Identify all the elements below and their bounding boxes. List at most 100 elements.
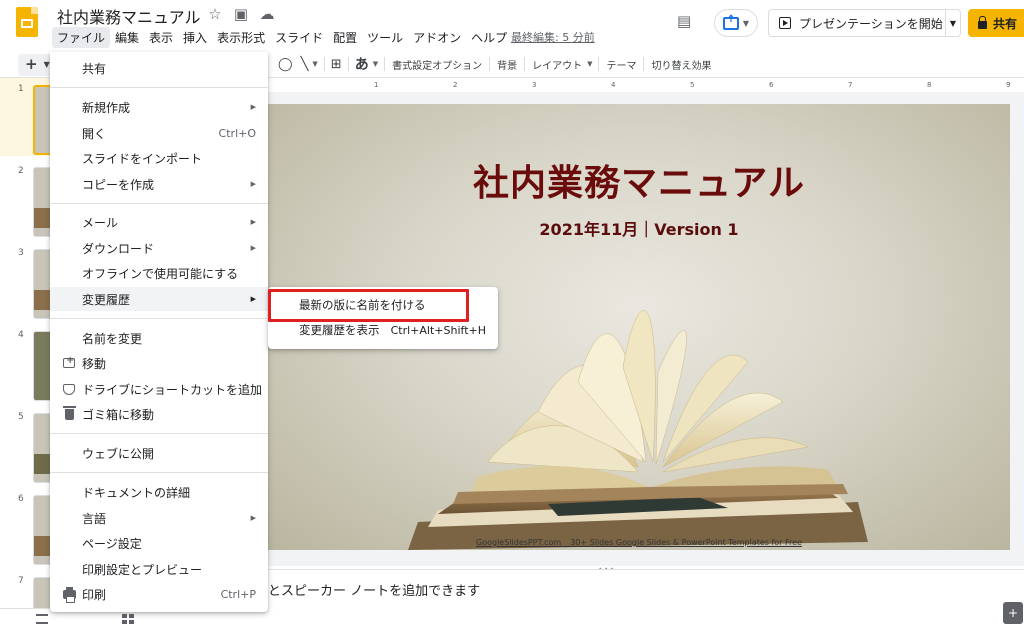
menu-addons[interactable]: アドオン bbox=[408, 27, 466, 48]
slide-thumbnail[interactable] bbox=[33, 85, 50, 155]
filmstrip-slide[interactable]: 5 bbox=[0, 406, 50, 484]
speaker-notes[interactable]: とスピーカー ノートを追加できます bbox=[175, 569, 1024, 609]
comment-history-icon[interactable]: ▤ bbox=[677, 12, 699, 32]
shape-icon[interactable]: ◯ bbox=[274, 57, 297, 72]
cloud-status-icon[interactable]: ☁ bbox=[258, 5, 276, 23]
menu-tools[interactable]: ツール bbox=[362, 27, 408, 48]
slides-logo-icon[interactable] bbox=[16, 7, 38, 37]
filmstrip-slide[interactable]: 1 bbox=[0, 78, 50, 156]
menu-item-import-slides[interactable]: スライドをインポート bbox=[50, 146, 268, 170]
slide-thumbnail[interactable] bbox=[33, 331, 50, 401]
menu-item-move[interactable]: 移動 bbox=[50, 351, 268, 375]
ruler-tick: 7 bbox=[848, 81, 853, 89]
chevron-down-icon[interactable]: ▼ bbox=[373, 60, 378, 68]
menu-item-add-shortcut[interactable]: ドライブにショートカットを追加 bbox=[50, 377, 268, 401]
filmstrip-slide[interactable]: 2 bbox=[0, 160, 50, 238]
share-button[interactable]: 共有 bbox=[968, 9, 1024, 37]
menu-item-trash[interactable]: ゴミ箱に移動 bbox=[50, 402, 268, 426]
menu-edit[interactable]: 編集 bbox=[110, 27, 144, 48]
menu-help[interactable]: ヘルプ bbox=[466, 27, 512, 48]
slide-number: 3 bbox=[18, 248, 24, 258]
menu-insert[interactable]: 挿入 bbox=[178, 27, 212, 48]
ruler-tick: 4 bbox=[611, 81, 616, 89]
slide-title[interactable]: 社内業務マニュアル bbox=[268, 154, 1010, 206]
slide-subtitle[interactable]: 2021年11月｜Version 1 bbox=[268, 216, 1010, 240]
chevron-down-icon[interactable]: ▼ bbox=[312, 60, 317, 68]
drive-shortcut-icon bbox=[63, 383, 75, 395]
list-view-icon[interactable] bbox=[36, 614, 48, 624]
last-edit-link[interactable]: 最終編集: 5 分前 bbox=[511, 29, 595, 45]
submenu-arrow-icon: ▶ bbox=[250, 244, 256, 252]
slide-number: 6 bbox=[18, 494, 24, 504]
menu-item-language[interactable]: 言語 ▶ bbox=[50, 506, 268, 530]
ruler-tick: 2 bbox=[453, 81, 458, 89]
menu-item-rename[interactable]: 名前を変更 bbox=[50, 326, 268, 350]
slide-footer-link[interactable]: GoogleSlidesPPT.com _ 30+ Slides Google … bbox=[268, 538, 1010, 547]
menu-item-make-copy[interactable]: コピーを作成 ▶ bbox=[50, 172, 268, 196]
menu-item-name-current-version[interactable]: 最新の版に名前を付ける bbox=[268, 293, 498, 317]
move-folder-icon[interactable]: ▣ bbox=[232, 5, 250, 23]
menu-file[interactable]: ファイル bbox=[52, 26, 111, 48]
comment-add-icon[interactable]: ⊞ bbox=[327, 57, 346, 72]
layout-button[interactable]: レイアウト bbox=[527, 57, 587, 72]
menu-view[interactable]: 表示 bbox=[144, 27, 178, 48]
chevron-down-icon: ▼ bbox=[43, 59, 50, 69]
menubar: ファイル 編集 表示 挿入 表示形式 スライド 配置 ツール アドオン ヘルプ bbox=[52, 26, 512, 48]
version-history-submenu: 最新の版に名前を付ける 変更履歴を表示 Ctrl+Alt+Shift+H bbox=[268, 287, 498, 349]
slide-thumbnail[interactable] bbox=[33, 577, 50, 608]
filmstrip-slide[interactable]: 4 bbox=[0, 324, 50, 402]
format-options-button[interactable]: 書式設定オプション bbox=[387, 57, 487, 72]
chevron-down-icon[interactable]: ▼ bbox=[587, 60, 592, 68]
input-tools-button[interactable]: あ bbox=[351, 54, 373, 74]
menu-item-doc-details[interactable]: ドキュメントの詳細 bbox=[50, 480, 268, 504]
menu-item-see-version-history[interactable]: 変更履歴を表示 Ctrl+Alt+Shift+H bbox=[268, 318, 498, 342]
menu-item-download[interactable]: ダウンロード ▶ bbox=[50, 236, 268, 260]
ruler-tick: 8 bbox=[927, 81, 932, 89]
horizontal-ruler: 1 2 3 4 5 6 7 8 9 bbox=[268, 80, 1024, 92]
background-button[interactable]: 背景 bbox=[492, 57, 522, 72]
ruler-tick: 6 bbox=[769, 81, 774, 89]
doc-title[interactable]: 社内業務マニュアル bbox=[57, 4, 201, 28]
submenu-arrow-icon: ▶ bbox=[250, 103, 256, 111]
menu-item-share[interactable]: 共有 bbox=[50, 56, 268, 80]
slide-thumbnail[interactable] bbox=[33, 249, 50, 319]
menu-item-version-history[interactable]: 変更履歴 ▶ bbox=[50, 287, 268, 311]
filmstrip-slide[interactable]: 6 bbox=[0, 488, 50, 566]
slide-number: 7 bbox=[18, 576, 24, 586]
lock-icon bbox=[978, 15, 987, 29]
menu-slide[interactable]: スライド bbox=[270, 27, 328, 48]
slide-number: 4 bbox=[18, 330, 24, 340]
slide-thumbnail[interactable] bbox=[33, 495, 50, 565]
slide-number: 2 bbox=[18, 166, 24, 176]
star-icon[interactable]: ☆ bbox=[206, 5, 224, 23]
present-button[interactable]: プレゼンテーションを開始 bbox=[768, 9, 946, 37]
menu-item-page-setup[interactable]: ページ設定 bbox=[50, 531, 268, 555]
menu-item-print-preview[interactable]: 印刷設定とプレビュー bbox=[50, 557, 268, 581]
explore-icon[interactable]: + bbox=[1003, 602, 1023, 624]
menu-item-offline[interactable]: オフラインで使用可能にする bbox=[50, 261, 268, 285]
meet-present-button[interactable]: ▼ bbox=[714, 9, 758, 37]
menu-item-publish-web[interactable]: ウェブに公開 bbox=[50, 441, 268, 465]
filmstrip-slide[interactable]: 3 bbox=[0, 242, 50, 320]
ruler-tick: 9 bbox=[1006, 81, 1011, 89]
slide-thumbnail[interactable] bbox=[33, 413, 50, 483]
toolbar-items: ◯ ╲ ▼ ⊞ あ ▼ 書式設定オプション 背景 レイアウト ▼ テーマ 切り替え効果 bbox=[274, 54, 716, 74]
transition-button[interactable]: 切り替え効果 bbox=[646, 57, 716, 72]
slide-number: 1 bbox=[18, 84, 24, 94]
present-dropdown-button[interactable]: ▼ bbox=[945, 9, 961, 37]
menu-item-print[interactable]: 印刷 Ctrl+P bbox=[50, 582, 268, 606]
filmstrip-slide[interactable]: 7 bbox=[0, 570, 50, 608]
grid-view-icon[interactable] bbox=[122, 614, 134, 624]
menu-arrange[interactable]: 配置 bbox=[328, 27, 362, 48]
ruler-tick: 5 bbox=[690, 81, 695, 89]
slide-thumbnail[interactable] bbox=[33, 167, 50, 237]
menu-item-email[interactable]: メール ▶ bbox=[50, 210, 268, 234]
theme-button[interactable]: テーマ bbox=[601, 57, 641, 72]
speaker-notes-placeholder[interactable]: とスピーカー ノートを追加できます bbox=[268, 580, 480, 599]
title-icons: ☆ ▣ ☁ bbox=[206, 5, 276, 23]
line-icon[interactable]: ╲ bbox=[297, 57, 313, 72]
menu-item-open[interactable]: 開く Ctrl+O bbox=[50, 121, 268, 145]
new-slide-button[interactable]: + ▼ bbox=[18, 54, 54, 76]
menu-item-new[interactable]: 新規作成 ▶ bbox=[50, 95, 268, 119]
menu-format[interactable]: 表示形式 bbox=[212, 27, 270, 48]
